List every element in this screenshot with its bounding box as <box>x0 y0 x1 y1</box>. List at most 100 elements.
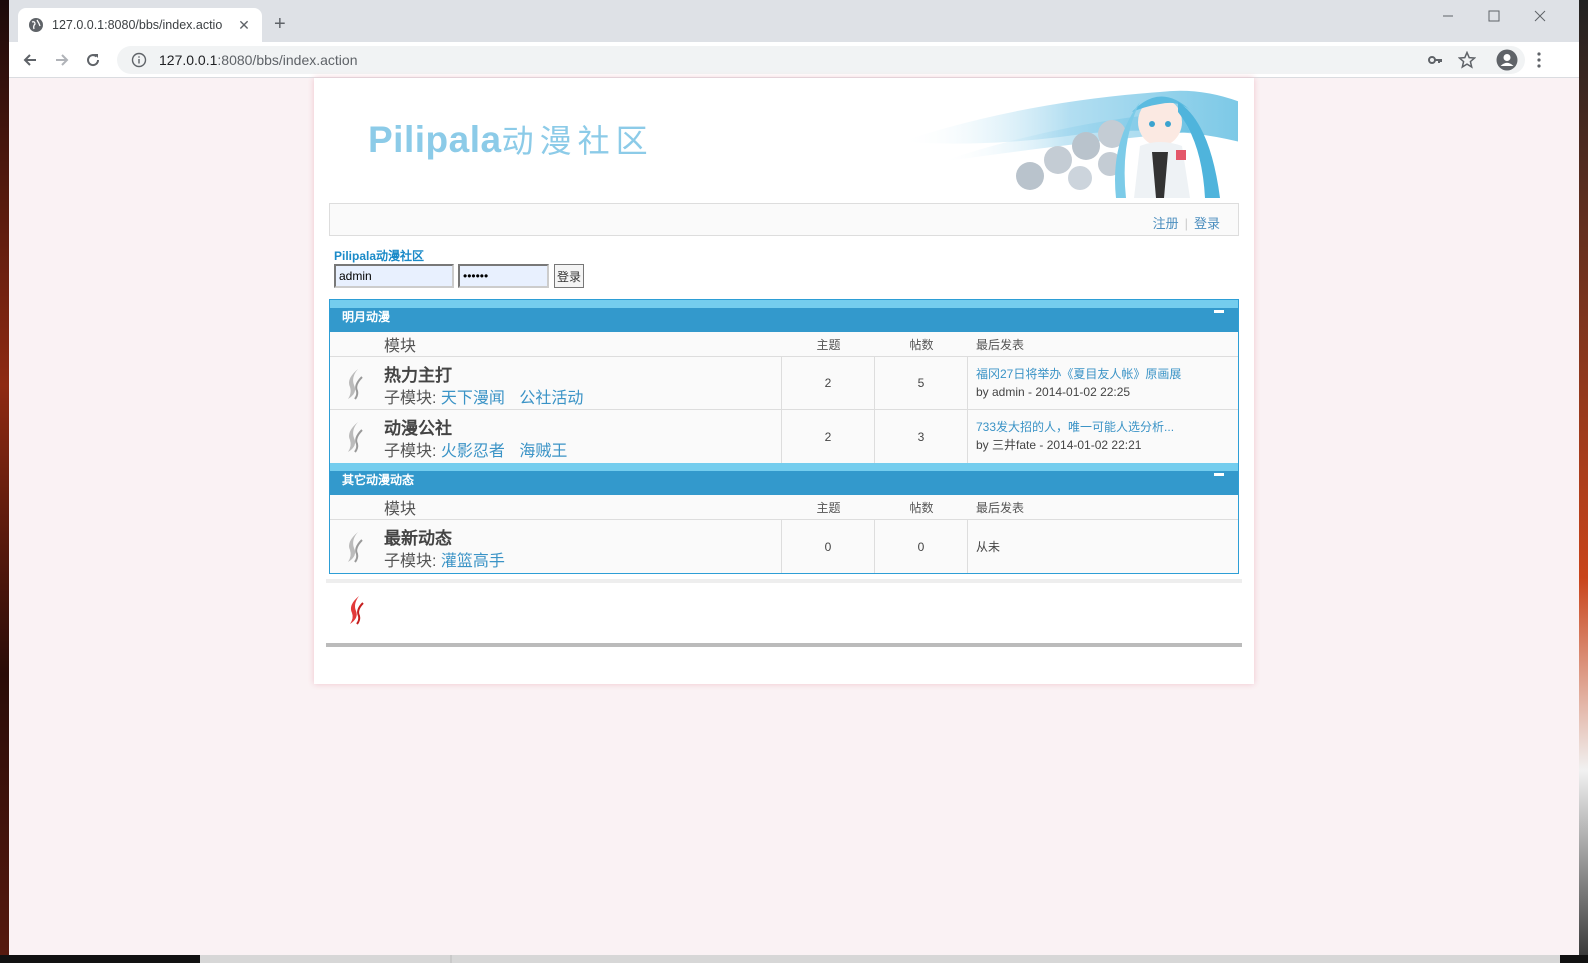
nav-separator: | <box>1184 216 1188 231</box>
close-tab-icon[interactable]: ✕ <box>236 17 252 34</box>
board-name[interactable]: 动漫公社 <box>384 414 452 439</box>
last-post-none: 从未 <box>976 539 1001 554</box>
login-button[interactable]: 登录 <box>554 264 584 288</box>
footer-bar <box>326 643 1242 647</box>
desktop-right-edge <box>1579 0 1588 963</box>
java-logo-icon <box>350 596 364 625</box>
site-banner: Pilipala动漫社区 <box>330 82 1238 198</box>
board-row: 动漫公社 子模块: 火影忍者 海贼王 2 3 733发大招的人，唯一可能人选分析… <box>330 410 1238 463</box>
footer-divider <box>326 579 1242 583</box>
minimize-icon[interactable] <box>1425 0 1471 32</box>
last-post-meta: by 三井fate - 2014-01-02 22:21 <box>976 438 1142 452</box>
info-icon[interactable] <box>131 52 147 68</box>
sub-board-link[interactable]: 天下漫闻 <box>441 390 505 407</box>
sub-board-link[interactable]: 火影忍者 <box>441 443 505 460</box>
last-post-cell: 733发大招的人，唯一可能人选分析... by 三井fate - 2014-01… <box>968 410 1238 463</box>
auth-links: 注册 | 登录 <box>1153 213 1220 232</box>
category-title[interactable]: 明月动漫 <box>342 308 390 325</box>
bookmark-star-icon[interactable] <box>1457 50 1477 70</box>
sub-boards: 子模块: 火影忍者 海贼王 <box>384 437 577 461</box>
col-posts: 帖数 <box>909 500 934 515</box>
password-input[interactable] <box>458 264 549 288</box>
sub-boards: 子模块: 天下漫闻 公社活动 <box>384 384 593 408</box>
topic-count: 2 <box>782 357 875 409</box>
key-icon[interactable] <box>1425 50 1445 70</box>
col-last-post: 最后发表 <box>976 337 1025 352</box>
forum-page: Pilipala动漫社区 注册 | 登录 Pilipala动漫社区 admin … <box>314 78 1254 684</box>
site-name-link[interactable]: Pilipala动漫社区 <box>334 247 424 264</box>
menu-dots-icon[interactable] <box>1529 50 1549 70</box>
tab-strip: 127.0.0.1:8080/bbs/index.actio ✕ + <box>9 0 1579 42</box>
desktop-left-edge <box>0 0 9 963</box>
profile-avatar-icon[interactable] <box>1495 48 1519 72</box>
url-path: :8080/bbs/index.action <box>217 52 358 68</box>
last-post-cell: 福冈27日将举办《夏目友人帐》原画展 by admin - 2014-01-02… <box>968 357 1238 409</box>
browser-toolbar: 127.0.0.1:8080/bbs/index.action <box>9 42 1579 78</box>
board-cell: 最新动态 子模块: 灌篮高手 <box>330 520 782 573</box>
col-module: 模块 <box>384 338 417 355</box>
back-icon[interactable] <box>20 50 40 70</box>
col-module: 模块 <box>384 501 417 518</box>
sub-board-link[interactable]: 公社活动 <box>519 390 583 407</box>
top-nav-bar: 注册 | 登录 <box>329 203 1239 236</box>
col-topics: 主题 <box>816 500 841 515</box>
board-row: 热力主打 子模块: 天下漫闻 公社活动 2 5 福冈27日将举办《夏目友人帐》原… <box>330 357 1238 410</box>
logo-cjk: 动漫社区 <box>501 122 654 160</box>
login-link[interactable]: 登录 <box>1194 216 1220 231</box>
category-header: 其它动漫动态 <box>330 463 1238 495</box>
board-status-icon <box>348 369 363 400</box>
board-row: 最新动态 子模块: 灌篮高手 0 0 从未 <box>330 520 1238 573</box>
table-header: 模块 主题 帖数 最后发表 <box>330 332 1238 357</box>
url-text: 127.0.0.1:8080/bbs/index.action <box>159 52 358 68</box>
category-block: 明月动漫 模块 主题 帖数 最后发表 热力主打 子模块: 天下漫闻 公社活动 2… <box>329 299 1239 464</box>
forward-icon[interactable] <box>52 50 72 70</box>
col-last-post: 最后发表 <box>976 500 1025 515</box>
category-title[interactable]: 其它动漫动态 <box>342 471 414 488</box>
register-link[interactable]: 注册 <box>1153 216 1179 231</box>
board-status-icon <box>348 422 363 453</box>
board-name[interactable]: 热力主打 <box>384 361 452 386</box>
new-tab-button[interactable]: + <box>274 14 286 34</box>
site-logo[interactable]: Pilipala动漫社区 <box>368 116 654 162</box>
table-header: 模块 主题 帖数 最后发表 <box>330 495 1238 520</box>
sub-board-link[interactable]: 海贼王 <box>519 443 567 460</box>
sub-board-label: 子模块: <box>384 390 437 407</box>
username-input[interactable] <box>334 264 454 288</box>
sub-board-label: 子模块: <box>384 443 437 460</box>
browser-tab[interactable]: 127.0.0.1:8080/bbs/index.actio ✕ <box>18 8 262 42</box>
post-count: 0 <box>875 520 968 573</box>
address-bar[interactable]: 127.0.0.1:8080/bbs/index.action <box>117 46 1525 74</box>
reload-icon[interactable] <box>83 50 103 70</box>
board-cell: 动漫公社 子模块: 火影忍者 海贼王 <box>330 410 782 463</box>
close-window-icon[interactable] <box>1517 0 1563 32</box>
board-status-icon <box>348 532 363 563</box>
col-topics: 主题 <box>816 337 841 352</box>
post-count: 5 <box>875 357 968 409</box>
collapse-icon[interactable] <box>1214 473 1224 476</box>
logo-latin: Pilipala <box>368 119 502 160</box>
anime-character-illustration <box>900 90 1238 198</box>
globe-icon <box>29 18 43 32</box>
sub-board-link[interactable]: 灌篮高手 <box>441 553 505 570</box>
login-form: 登录 <box>334 264 584 288</box>
topic-count: 2 <box>782 410 875 463</box>
category-header: 明月动漫 <box>330 300 1238 332</box>
collapse-icon[interactable] <box>1214 310 1224 313</box>
topic-count: 0 <box>782 520 875 573</box>
col-posts: 帖数 <box>909 337 934 352</box>
maximize-icon[interactable] <box>1471 0 1517 32</box>
category-block: 其它动漫动态 模块 主题 帖数 最后发表 最新动态 子模块: 灌篮高手 0 0 … <box>329 463 1239 574</box>
sub-board-label: 子模块: <box>384 553 437 570</box>
last-post-meta: by admin - 2014-01-02 22:25 <box>976 385 1131 399</box>
post-count: 3 <box>875 410 968 463</box>
browser-window: 127.0.0.1:8080/bbs/index.actio ✕ + 127.0… <box>9 0 1579 955</box>
last-post-link[interactable]: 733发大招的人，唯一可能人选分析... <box>976 420 1174 434</box>
last-post-link[interactable]: 福冈27日将举办《夏目友人帐》原画展 <box>976 367 1181 381</box>
sub-boards: 子模块: 灌篮高手 <box>384 547 515 571</box>
taskbar-edge <box>0 955 1588 963</box>
last-post-cell: 从未 <box>968 520 1238 573</box>
url-host: 127.0.0.1 <box>159 52 218 68</box>
board-name[interactable]: 最新动态 <box>384 524 452 549</box>
board-cell: 热力主打 子模块: 天下漫闻 公社活动 <box>330 357 782 409</box>
tab-title: 127.0.0.1:8080/bbs/index.actio <box>52 18 223 32</box>
